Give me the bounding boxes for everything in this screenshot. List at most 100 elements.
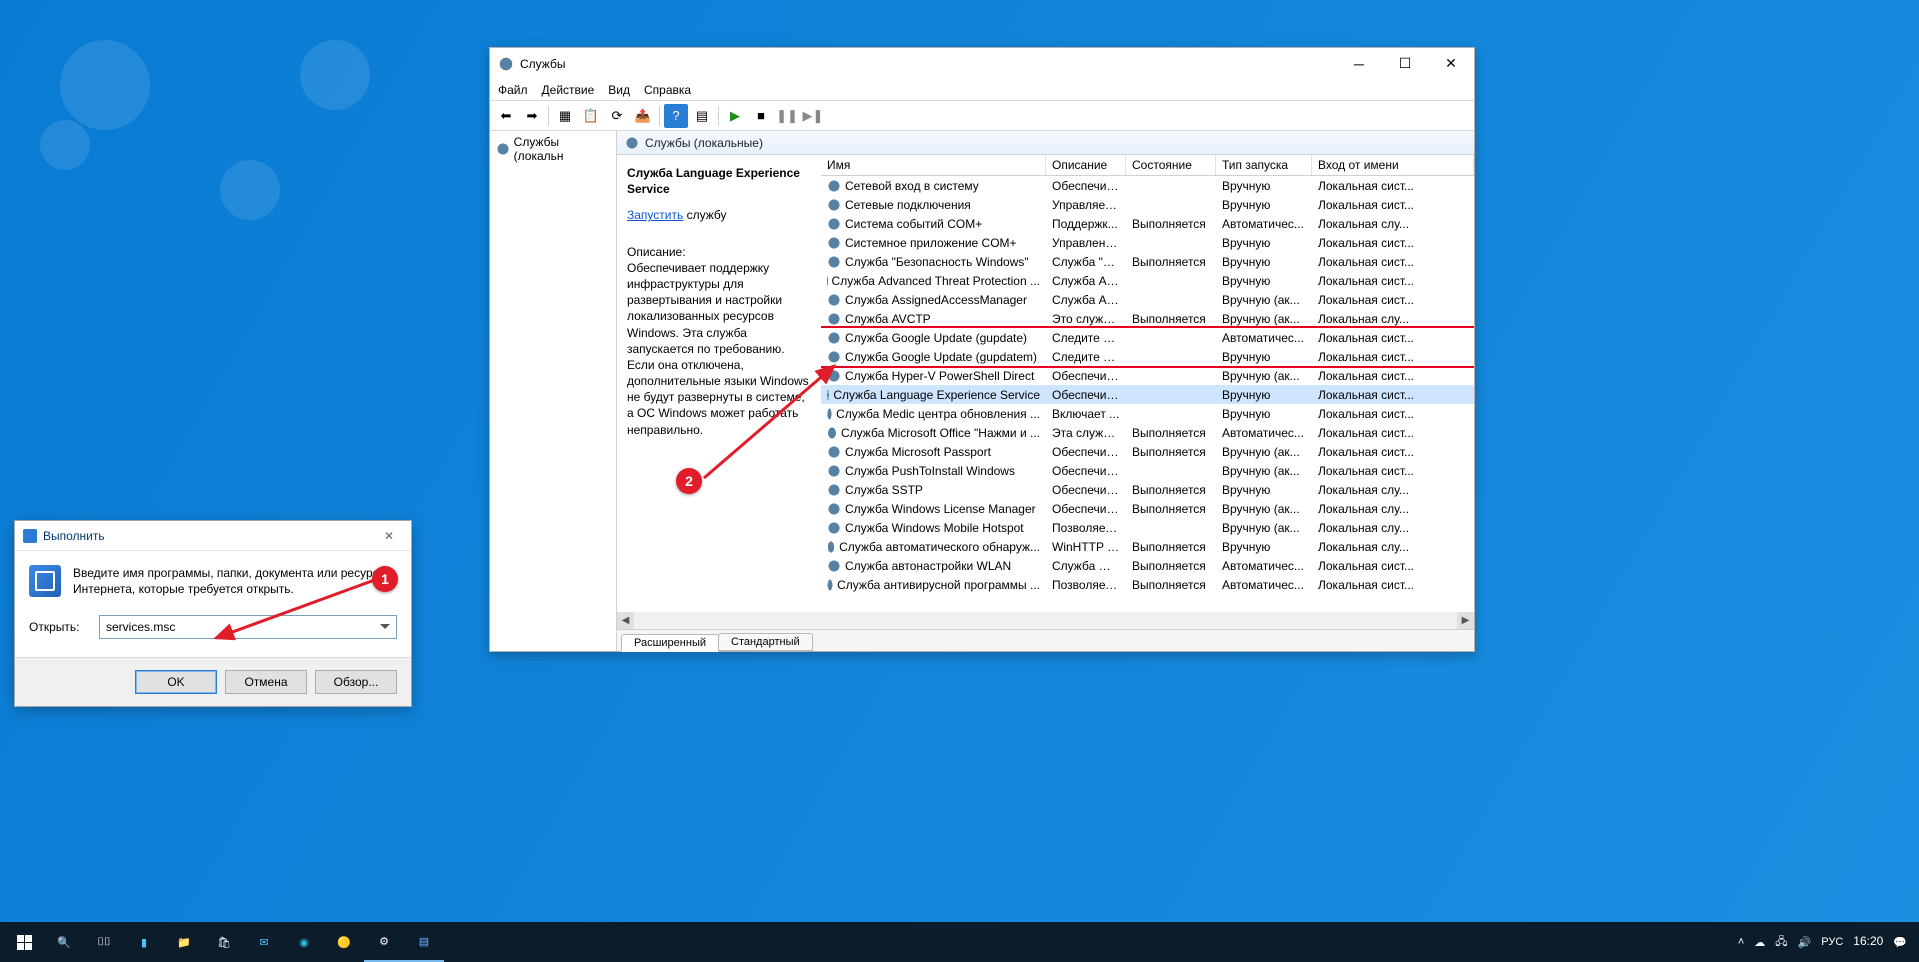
show-hide-tree-button[interactable]: ▦ [553,104,577,128]
service-row[interactable]: Служба Google Update (gupdate)Следите за… [821,328,1474,347]
service-row[interactable]: Служба Language Experience ServiceОбеспе… [821,385,1474,404]
run-titlebar[interactable]: Выполнить ✕ [15,521,411,551]
options-button[interactable]: ▤ [690,104,714,128]
maximize-button[interactable]: ☐ [1382,48,1428,79]
service-row[interactable]: Служба Google Update (gupdatem)Следите з… [821,347,1474,366]
export-list-button[interactable]: 📋 [579,104,603,128]
start-service-button[interactable]: ▶ [723,104,747,128]
task-view-button[interactable]: ⌷⌷ [84,922,124,962]
menu-help[interactable]: Справка [644,83,691,97]
service-row[interactable]: Служба автонастройки WLANСлужба WL...Вып… [821,556,1474,575]
service-row[interactable]: Служба AssignedAccessManagerСлужба As...… [821,290,1474,309]
taskbar-app-manager[interactable]: ▤ [404,922,444,962]
minimize-button[interactable]: ─ [1336,48,1382,79]
run-dialog: Выполнить ✕ Введите имя программы, папки… [14,520,412,707]
tray-chevron-up-icon[interactable]: ˄ [1738,936,1744,948]
service-row[interactable]: Сетевые подключенияУправляет ...ВручнуюЛ… [821,195,1474,214]
tab-standard[interactable]: Стандартный [718,633,813,651]
service-name: Сетевой вход в систему [845,179,979,193]
service-name: Служба Advanced Threat Protection ... [832,274,1040,288]
service-icon [827,559,841,573]
service-row[interactable]: Система событий COM+Поддержк...Выполняет… [821,214,1474,233]
run-close-button[interactable]: ✕ [375,524,403,548]
start-service-link[interactable]: Запустить [627,208,683,222]
service-name: Система событий COM+ [845,217,982,231]
service-row[interactable]: Служба Microsoft PassportОбеспечив...Вып… [821,442,1474,461]
service-row[interactable]: Служба автоматического обнаруж...WinHTTP… [821,537,1474,556]
services-titlebar[interactable]: Службы ─ ☐ ✕ [490,48,1474,79]
stop-service-button[interactable]: ■ [749,104,773,128]
tray-clock[interactable]: 16:20 [1853,935,1883,948]
back-button[interactable]: ⬅ [494,104,518,128]
help-button[interactable]: ? [664,104,688,128]
taskbar-app-services[interactable]: ⚙ [364,922,404,962]
services-rows[interactable]: Сетевой вход в системуОбеспечив...Вручну… [821,176,1474,612]
export-button[interactable]: 📤 [631,104,655,128]
run-instruction: Введите имя программы, папки, документа … [73,565,397,597]
menu-view[interactable]: Вид [608,83,630,97]
taskbar-app-mail[interactable]: ✉ [244,922,284,962]
taskbar-app-chrome[interactable]: 🟡 [324,922,364,962]
service-state: Выполняется [1126,255,1216,269]
service-logon: Локальная сист... [1312,578,1474,592]
taskbar-app-store[interactable]: 🛍 [204,922,244,962]
service-row[interactable]: Сетевой вход в системуОбеспечив...Вручну… [821,176,1474,195]
service-row[interactable]: Служба Medic центра обновления ...Включа… [821,404,1474,423]
service-startup: Вручную [1216,255,1312,269]
service-row[interactable]: Служба PushToInstall WindowsОбеспечив...… [821,461,1474,480]
tray-onedrive-icon[interactable]: ☁ [1754,936,1765,949]
refresh-button[interactable]: ⟳ [605,104,629,128]
run-ok-button[interactable]: OK [135,670,217,694]
taskbar-app-edge[interactable]: ◉ [284,922,324,962]
close-button[interactable]: ✕ [1428,48,1474,79]
col-logon[interactable]: Вход от имени [1312,155,1474,175]
service-icon [827,217,841,231]
menu-file[interactable]: Файл [498,83,528,97]
service-row[interactable]: Системное приложение COM+Управлени...Вру… [821,233,1474,252]
pause-service-button[interactable]: ❚❚ [775,104,799,128]
service-row[interactable]: Служба AVCTPЭто служб...ВыполняетсяВручн… [821,309,1474,328]
tree-node-services-local[interactable]: Службы (локальн [490,133,616,165]
tab-extended[interactable]: Расширенный [621,634,719,652]
pane-header: Службы (локальные) [617,131,1474,155]
service-startup: Автоматичес... [1216,331,1312,345]
service-icon [827,236,841,250]
service-row[interactable]: Служба Microsoft Office "Нажми и ...Эта … [821,423,1474,442]
col-state[interactable]: Состояние [1126,155,1216,175]
run-open-input[interactable] [99,615,397,639]
col-description[interactable]: Описание [1046,155,1126,175]
restart-service-button[interactable]: ▶❚ [801,104,825,128]
tray-notifications-icon[interactable]: 💬 [1893,936,1907,949]
service-state: Выполняется [1126,578,1216,592]
service-row[interactable]: Служба Windows Mobile HotspotПозволяет .… [821,518,1474,537]
service-name: Служба PushToInstall Windows [845,464,1015,478]
search-button[interactable]: 🔍 [44,922,84,962]
service-row[interactable]: Служба "Безопасность Windows"Служба "Б..… [821,252,1474,271]
service-row[interactable]: Служба антивирусной программы ...Позволя… [821,575,1474,594]
toolbar: ⬅ ➡ ▦ 📋 ⟳ 📤 ? ▤ ▶ ■ ❚❚ ▶❚ [490,101,1474,131]
detail-pane: Служба Language Experience Service Запус… [617,155,821,612]
menu-action[interactable]: Действие [542,83,595,97]
service-icon [827,445,841,459]
horizontal-scrollbar[interactable]: ◀ ▶ [617,612,1474,629]
scroll-right-button[interactable]: ▶ [1457,612,1474,629]
service-logon: Локальная сист... [1312,426,1474,440]
service-icon [827,350,841,364]
scroll-left-button[interactable]: ◀ [617,612,634,629]
service-row[interactable]: Служба SSTPОбеспечив...ВыполняетсяВручну… [821,480,1474,499]
service-row[interactable]: Служба Hyper-V PowerShell DirectОбеспечи… [821,366,1474,385]
service-row[interactable]: Служба Windows License ManagerОбеспечив.… [821,499,1474,518]
forward-button[interactable]: ➡ [520,104,544,128]
tray-network-icon[interactable]: 🖧 [1775,933,1787,952]
start-button[interactable] [4,922,44,962]
tray-language[interactable]: РУС [1821,936,1843,948]
col-name[interactable]: Имя [821,155,1046,175]
col-startup[interactable]: Тип запуска [1216,155,1312,175]
tray-volume-icon[interactable]: 🔊 [1798,936,1812,949]
run-cancel-button[interactable]: Отмена [225,670,307,694]
taskbar-app-explorer[interactable]: 📁 [164,922,204,962]
run-browse-button[interactable]: Обзор... [315,670,397,694]
taskbar-app-notepad[interactable]: ▮ [124,922,164,962]
service-logon: Локальная сист... [1312,198,1474,212]
service-row[interactable]: Служба Advanced Threat Protection ...Слу… [821,271,1474,290]
